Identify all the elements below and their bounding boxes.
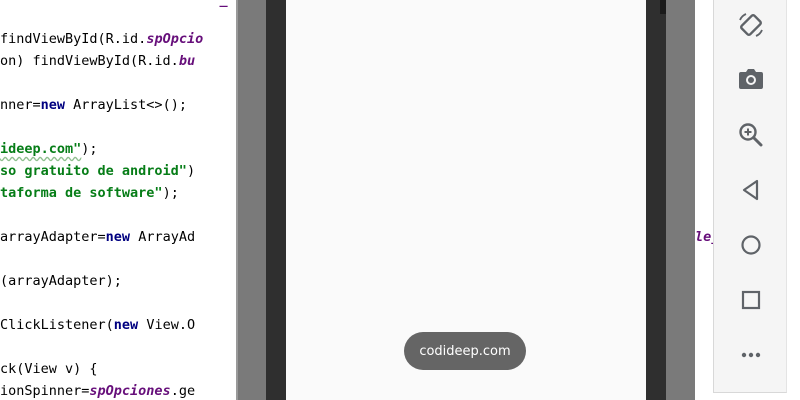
code-line: taforma de software"); [0,182,179,204]
code-token: on) findViewById(R.id. [0,53,179,69]
emulator-frame-edge [236,0,238,400]
code-token: ionSpinner= [0,383,90,399]
code-token: new [105,229,131,245]
code-token: ClickListener( [0,317,114,333]
screenshot-button[interactable] [714,57,788,103]
code-token: spOpcio [146,31,204,47]
code-token: new [40,97,66,113]
toast-text: codideep.com [419,343,511,359]
back-button[interactable] [714,167,788,213]
code-editor-overflow[interactable]: le_ [695,0,713,400]
overview-button[interactable] [714,277,788,323]
more-button[interactable] [714,332,788,378]
zoom-button[interactable] [714,112,788,158]
code-line: so gratuito de android") [0,160,195,182]
code-token: ideep.com" [0,141,82,157]
code-token: spOpciones [89,383,171,399]
code-token: View.O [138,317,196,333]
code-token: taforma de software" [0,185,163,201]
code-token: ArrayAd [130,229,196,245]
code-token: ck(View v) { [0,361,98,377]
code-token: nner= [0,97,41,113]
code-line: arrayAdapter=new ArrayAd [0,226,195,248]
phone-side-button[interactable] [660,0,666,14]
code-token: findViewById(R.id. [0,31,147,47]
code-line: nner=new ArrayList<>(); [0,94,187,116]
code-line: ideep.com"); [0,138,98,160]
code-token: ); [81,141,98,157]
code-line: findViewById(R.id.spOpcio [0,28,203,50]
back-icon [742,179,759,201]
rotate-button[interactable] [714,2,788,48]
code-line: on) findViewById(R.id.bu [0,50,195,72]
phone-bezel-right [646,0,666,400]
code-token: (arrayAdapter); [0,273,122,289]
emulator-toolbar [713,0,787,393]
code-token: arrayAdapter= [0,229,106,245]
toast-message: codideep.com [404,332,526,370]
code-line: ClickListener(new View.O [0,314,195,336]
code-token: _ [219,0,228,8]
code-token: new [113,317,139,333]
camera-icon [739,69,763,89]
code-token: ) [186,163,196,179]
code-token: bu [178,53,196,69]
code-line: ionSpinner=spOpciones.ge [0,380,195,400]
window-edge [787,0,800,400]
code-token: ArrayList<>(); [65,97,187,113]
more-icon [741,352,761,358]
rotate-icon [739,13,763,37]
overview-icon [741,290,761,310]
phone-bezel-left [266,0,286,400]
code-token: so gratuito de android" [0,163,187,179]
code-editor[interactable]: _ findViewById(R.id.spOpcio on) findViewB… [0,0,240,400]
code-line: (arrayAdapter); [0,270,122,292]
code-line: _ [0,0,240,11]
code-token: .ge [170,383,196,399]
zoom-in-icon [739,123,763,147]
code-fragment: le_ [695,229,713,245]
home-icon [741,235,761,255]
code-line: ck(View v) { [0,358,98,380]
code-token: ); [162,185,179,201]
home-button[interactable] [714,222,788,268]
